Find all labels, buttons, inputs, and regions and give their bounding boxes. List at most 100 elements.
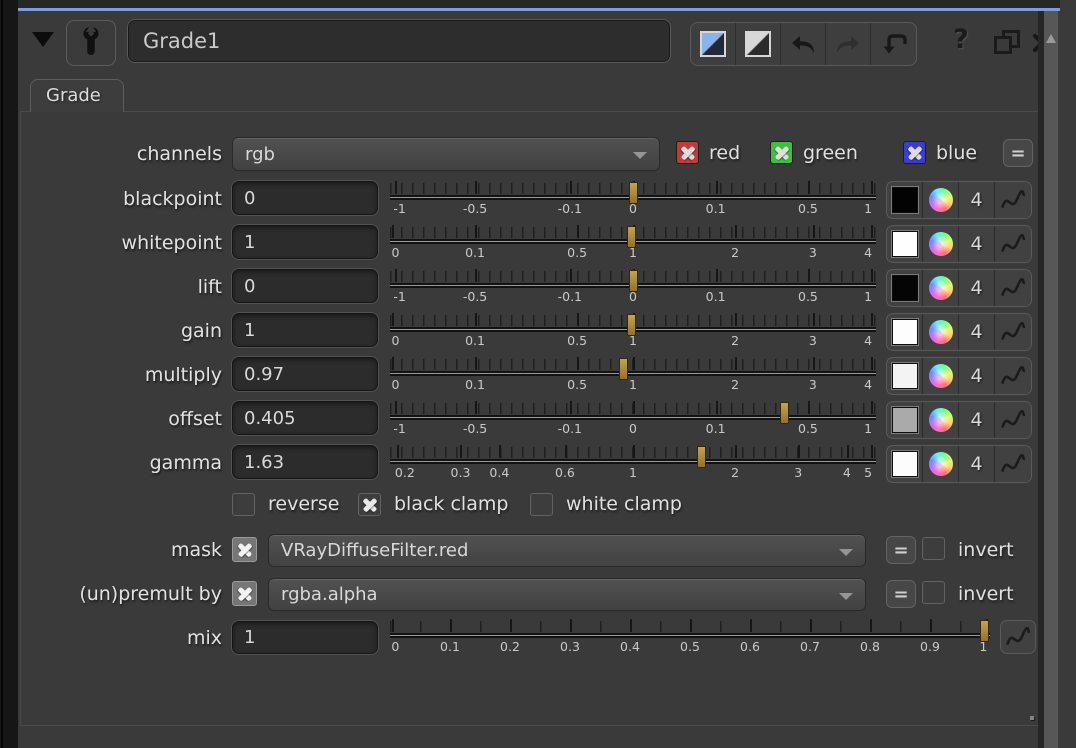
- tick-major: [510, 619, 512, 632]
- blackpoint-split-channels-button[interactable]: 4: [959, 182, 995, 218]
- gamma-input[interactable]: 1.63: [232, 445, 378, 479]
- undo-button[interactable]: [781, 23, 826, 65]
- help-button[interactable]: ?: [944, 24, 978, 60]
- focus-accent-line: [18, 8, 1060, 11]
- lift-input[interactable]: 0: [232, 269, 378, 303]
- channel-label-green: green: [803, 141, 858, 165]
- whitepoint-swatch-button[interactable]: [887, 226, 923, 262]
- tick-label: 1: [629, 465, 637, 480]
- lift-colorwheel-button[interactable]: [923, 270, 959, 306]
- blackpoint-swatch-button[interactable]: [887, 182, 923, 218]
- offset-colorwheel-button[interactable]: [923, 402, 959, 438]
- whitepoint-curve-button[interactable]: [995, 226, 1031, 262]
- four-label: 4: [970, 409, 982, 431]
- mask-dropdown[interactable]: VRayDiffuseFilter.red: [268, 534, 866, 567]
- mask-enable-checkbox[interactable]: [232, 537, 257, 562]
- gain-colorwheel-button[interactable]: [923, 314, 959, 350]
- whitepoint-slider[interactable]: 00.10.51234: [390, 224, 876, 264]
- lift-swatch-button[interactable]: [887, 270, 923, 306]
- offset-split-channels-button[interactable]: 4: [959, 402, 995, 438]
- tick-major: [392, 619, 394, 632]
- channel-checkbox-green[interactable]: [770, 141, 793, 164]
- slider-handle[interactable]: [627, 226, 636, 248]
- gamma-split-channels-button[interactable]: 4: [959, 446, 995, 482]
- gamma-label: gamma: [18, 444, 222, 482]
- slider-handle[interactable]: [629, 270, 638, 292]
- offset-label: offset: [18, 400, 222, 438]
- multiply-colorwheel-button[interactable]: [923, 358, 959, 394]
- multiply-curve-button[interactable]: [995, 358, 1031, 394]
- gain-swatch-button[interactable]: [887, 314, 923, 350]
- titlebar-button-group: [690, 22, 917, 66]
- tick-major: [930, 619, 932, 632]
- tick-major: [871, 357, 873, 370]
- channels-equals-button[interactable]: =: [1003, 139, 1033, 167]
- slider-handle[interactable]: [697, 446, 706, 468]
- channels-dropdown[interactable]: rgb: [232, 137, 660, 171]
- multiply-split-channels-button[interactable]: 4: [959, 358, 995, 394]
- mask-invert-checkbox[interactable]: [922, 537, 945, 560]
- premult-invert-checkbox[interactable]: [922, 581, 945, 604]
- whitepoint-split-channels-button[interactable]: 4: [959, 226, 995, 262]
- slider-handle[interactable]: [627, 314, 636, 336]
- blackpoint-slider[interactable]: -1-0.5-0.100.10.51: [390, 180, 876, 220]
- slider-handle[interactable]: [629, 182, 638, 204]
- offset-input[interactable]: 0.405: [232, 401, 378, 435]
- gain-curve-button[interactable]: [995, 314, 1031, 350]
- gain-input[interactable]: 1: [232, 313, 378, 347]
- mask-equals-button[interactable]: =: [886, 536, 916, 564]
- premult-enable-checkbox[interactable]: [232, 581, 257, 606]
- black-clamp-checkbox[interactable]: [358, 493, 381, 516]
- blackpoint-curve-button[interactable]: [995, 182, 1031, 218]
- multiply-input[interactable]: 0.97: [232, 357, 378, 391]
- lift-curve-button[interactable]: [995, 270, 1031, 306]
- multiply-slider[interactable]: 00.10.51234: [390, 356, 876, 396]
- node-settings-button[interactable]: [66, 20, 116, 66]
- gain-color-controls: 4: [886, 313, 1032, 351]
- collapse-triangle-button[interactable]: [32, 32, 54, 47]
- gamma-curve-button[interactable]: [995, 446, 1031, 482]
- multiply-swatch-button[interactable]: [887, 358, 923, 394]
- slider-handle[interactable]: [619, 358, 628, 380]
- tick-label: 5: [864, 465, 872, 480]
- gain-slider[interactable]: 00.10.51234: [390, 312, 876, 352]
- gain-split-channels-button[interactable]: 4: [959, 314, 995, 350]
- node-name-field[interactable]: Grade1: [128, 20, 670, 62]
- offset-slider[interactable]: -1-0.5-0.100.10.51: [390, 400, 876, 440]
- channel-checkbox-red[interactable]: [676, 141, 699, 164]
- white-clamp-checkbox[interactable]: [530, 493, 553, 516]
- gamma-colorwheel-button[interactable]: [923, 446, 959, 482]
- layout-split-gray-button[interactable]: [736, 23, 781, 65]
- color-swatch: [892, 187, 918, 213]
- mix-input[interactable]: 1: [232, 621, 378, 654]
- lift-split-channels-button[interactable]: 4: [959, 270, 995, 306]
- offset-curve-button[interactable]: [995, 402, 1031, 438]
- premult-dropdown[interactable]: rgba.alpha: [268, 578, 866, 611]
- whitepoint-colorwheel-button[interactable]: [923, 226, 959, 262]
- mix-slider[interactable]: 00.10.20.30.40.50.60.70.80.91: [390, 618, 990, 658]
- gamma-slider[interactable]: 0.20.30.40.612345: [390, 444, 876, 484]
- tab-grade[interactable]: Grade: [30, 79, 124, 112]
- blackpoint-input[interactable]: 0: [232, 181, 378, 215]
- tick-major: [392, 313, 394, 326]
- slider-handle[interactable]: [780, 402, 789, 424]
- lift-slider[interactable]: -1-0.5-0.100.10.51: [390, 268, 876, 308]
- whitepoint-input[interactable]: 1: [232, 225, 378, 259]
- curve-icon: [1000, 322, 1026, 343]
- layout-split-blue-button[interactable]: [691, 23, 736, 65]
- right-panel-edge: [1044, 11, 1058, 748]
- mix-curve-button[interactable]: [1000, 620, 1036, 654]
- gamma-swatch-button[interactable]: [887, 446, 923, 482]
- float-panel-button[interactable]: [994, 30, 1020, 54]
- reverse-checkbox[interactable]: [232, 493, 255, 516]
- slider-handle[interactable]: [980, 620, 989, 642]
- premult-invert-label: invert: [958, 576, 1014, 612]
- offset-swatch-button[interactable]: [887, 402, 923, 438]
- revert-button[interactable]: [871, 23, 916, 65]
- redo-button[interactable]: [826, 23, 871, 65]
- tick-major: [450, 619, 452, 632]
- channel-checkbox-blue[interactable]: [903, 141, 926, 164]
- blackpoint-colorwheel-button[interactable]: [923, 182, 959, 218]
- color-swatch: [892, 363, 918, 389]
- premult-equals-button[interactable]: =: [886, 580, 916, 608]
